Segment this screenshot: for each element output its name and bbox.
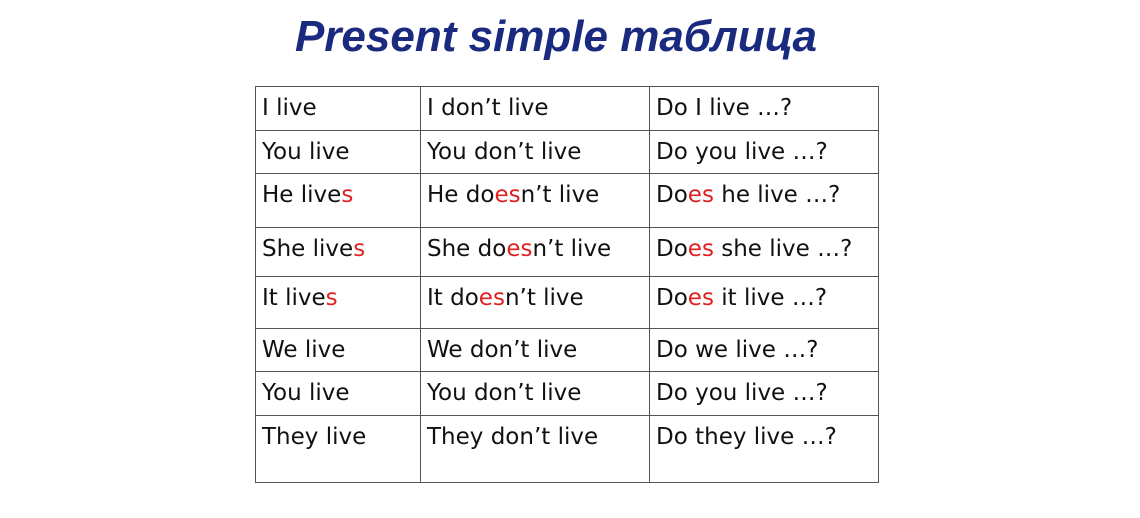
highlighted-ending: es [494, 182, 521, 208]
highlighted-ending: s [325, 285, 338, 311]
text-segment: Do [656, 182, 688, 208]
affirmative-cell: She lives [255, 227, 421, 277]
affirmative-cell: They live [255, 415, 421, 483]
highlighted-ending: s [353, 236, 366, 262]
text-segment: n’t live [532, 236, 612, 262]
negative-cell: They don’t live [420, 415, 650, 483]
text-segment: It do [427, 285, 479, 311]
question-cell: Do I live …? [649, 86, 879, 131]
table-row: They live They don’t live Do they live …? [255, 415, 879, 483]
text-segment: They live [262, 424, 367, 450]
question-cell: Do you live …? [649, 130, 879, 174]
affirmative-cell: I live [255, 86, 421, 131]
question-cell: Does she live …? [649, 227, 879, 277]
text-segment: You don’t live [427, 139, 582, 165]
question-cell: Do we live …? [649, 328, 879, 372]
negative-cell: He doesn’t live [420, 173, 650, 228]
highlighted-ending: s [341, 182, 354, 208]
text-segment: Do we live …? [656, 337, 819, 363]
table-row: He lives He doesn’t live Does he live …? [255, 173, 879, 228]
negative-cell: She doesn’t live [420, 227, 650, 277]
text-segment: Do [656, 236, 688, 262]
text-segment: he live …? [713, 182, 841, 208]
text-segment: Do you live …? [656, 380, 828, 406]
affirmative-cell: You live [255, 371, 421, 416]
affirmative-cell: You live [255, 130, 421, 174]
text-segment: She do [427, 236, 507, 262]
highlighted-ending: es [506, 236, 533, 262]
negative-cell: I don’t live [420, 86, 650, 131]
text-segment: she live …? [713, 236, 853, 262]
text-segment: He do [427, 182, 495, 208]
text-segment: We live [262, 337, 346, 363]
text-segment: You live [262, 380, 350, 406]
affirmative-cell: We live [255, 328, 421, 372]
text-segment: I don’t live [427, 95, 549, 121]
affirmative-cell: It lives [255, 276, 421, 329]
question-cell: Does he live …? [649, 173, 879, 228]
text-segment: She live [262, 236, 354, 262]
text-segment: You live [262, 139, 350, 165]
text-segment: it live …? [713, 285, 828, 311]
text-segment: He live [262, 182, 342, 208]
highlighted-ending: es [687, 182, 714, 208]
text-segment: n’t live [520, 182, 600, 208]
affirmative-cell: He lives [255, 173, 421, 228]
text-segment: Do they live …? [656, 424, 837, 450]
text-segment: I live [262, 95, 317, 121]
page-title: Present simple таблица [294, 12, 818, 61]
negative-cell: We don’t live [420, 328, 650, 372]
highlighted-ending: es [687, 285, 714, 311]
text-segment: Do [656, 285, 688, 311]
negative-cell: You don’t live [420, 130, 650, 174]
conjugation-table: I live I don’t live Do I live …? You live Yo… [255, 86, 879, 483]
question-cell: Do they live …? [649, 415, 879, 483]
table-row: You live You don’t live Do you live …? [255, 130, 879, 174]
highlighted-ending: es [687, 236, 714, 262]
text-segment: Do you live …? [656, 139, 828, 165]
table-row: She lives She doesn’t live Does she live …… [255, 227, 879, 277]
negative-cell: It doesn’t live [420, 276, 650, 329]
question-cell: Does it live …? [649, 276, 879, 329]
table-row: It lives It doesn’t live Does it live …? [255, 276, 879, 329]
table-row: We live We don’t live Do we live …? [255, 328, 879, 372]
table-row: You live You don’t live Do you live …? [255, 371, 879, 416]
text-segment: n’t live [504, 285, 584, 311]
text-segment: You don’t live [427, 380, 582, 406]
text-segment: They don’t live [427, 424, 599, 450]
text-segment: It live [262, 285, 326, 311]
highlighted-ending: es [478, 285, 505, 311]
table-row: I live I don’t live Do I live …? [255, 86, 879, 131]
question-cell: Do you live …? [649, 371, 879, 416]
text-segment: Do I live …? [656, 95, 793, 121]
negative-cell: You don’t live [420, 371, 650, 416]
text-segment: We don’t live [427, 337, 578, 363]
